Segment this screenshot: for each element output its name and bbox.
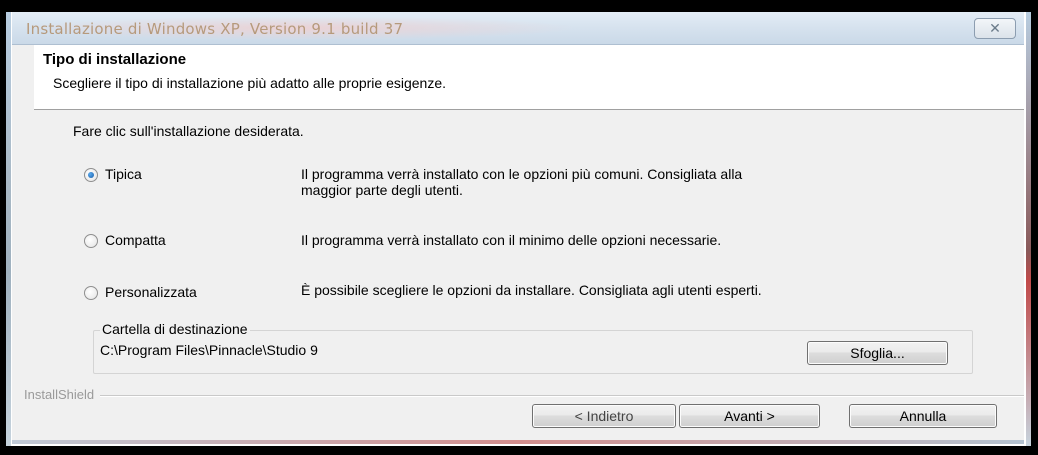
header-panel: Tipo di installazione Scegliere il tipo … (34, 45, 1024, 110)
browse-button[interactable]: Sfoglia... (807, 341, 948, 365)
radio-personalizzata[interactable] (84, 286, 98, 300)
installer-window: Installazione di Windows XP, Version 9.1… (12, 12, 1024, 442)
installshield-separator (24, 395, 1024, 397)
close-button[interactable]: ✕ (974, 18, 1016, 39)
destination-path: C:\Program Files\Pinnacle\Studio 9 (100, 342, 318, 358)
option-label-compatta[interactable]: Compatta (105, 232, 166, 248)
background-edge-left (6, 12, 11, 446)
bottom-edge (12, 440, 1024, 444)
window-title: Installazione di Windows XP, Version 9.1… (26, 20, 404, 38)
installshield-brand: InstallShield (24, 387, 101, 402)
background-edge-right (1026, 12, 1031, 446)
page-subtitle: Scegliere il tipo di installazione più a… (53, 75, 447, 91)
page-title: Tipo di installazione (43, 51, 187, 68)
radio-tipica[interactable] (84, 168, 98, 182)
back-button[interactable]: < Indietro (532, 404, 676, 428)
title-bar[interactable]: Installazione di Windows XP, Version 9.1… (12, 12, 1024, 45)
radio-compatta[interactable] (84, 234, 98, 248)
option-desc-tipica-line2: maggior parte degli utenti. (301, 182, 463, 198)
instruction-text: Fare clic sull'installazione desiderata. (73, 123, 304, 139)
option-label-tipica[interactable]: Tipica (105, 166, 142, 182)
cancel-button[interactable]: Annulla (849, 404, 997, 428)
option-desc-tipica-line1: Il programma verrà installato con le opz… (301, 166, 743, 182)
option-desc-compatta: Il programma verrà installato con il min… (301, 232, 722, 248)
option-desc-personalizzata: È possibile scegliere le opzioni da inst… (301, 282, 762, 298)
option-label-personalizzata[interactable]: Personalizzata (105, 284, 197, 300)
next-button[interactable]: Avanti > (679, 404, 820, 428)
destination-label: Cartella di destinazione (100, 321, 250, 337)
close-icon: ✕ (989, 20, 1001, 36)
